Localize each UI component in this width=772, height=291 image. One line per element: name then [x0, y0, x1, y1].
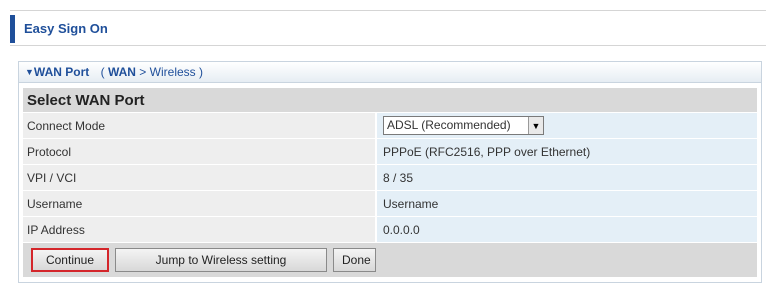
continue-button[interactable]: Continue [31, 248, 109, 272]
connect-mode-select[interactable]: ADSL (Recommended) ▼ [383, 116, 544, 135]
breadcrumb-open-paren: ( [100, 65, 105, 79]
username-value: Username [377, 191, 757, 216]
vpi-vci-label: VPI / VCI [23, 165, 377, 190]
panel-title: WAN Port [33, 65, 90, 79]
ip-address-label: IP Address [23, 217, 377, 242]
section-title: Select WAN Port [23, 88, 757, 113]
breadcrumb-next: Wireless [149, 65, 196, 79]
page-header: Easy Sign On [10, 10, 766, 46]
collapse-triangle-icon[interactable]: ▼ [25, 62, 34, 83]
connect-mode-label: Connect Mode [23, 113, 377, 138]
breadcrumb-separator: > [139, 65, 147, 79]
row-username: Username Username [23, 191, 757, 217]
page-title: Easy Sign On [24, 21, 108, 36]
breadcrumb-close-paren: ) [199, 65, 204, 79]
row-vpi-vci: VPI / VCI 8 / 35 [23, 165, 757, 191]
wan-port-panel: ▼WAN Port ( WAN > Wireless ) Select WAN … [18, 61, 762, 283]
row-connect-mode: Connect Mode ADSL (Recommended) ▼ [23, 113, 757, 139]
row-protocol: Protocol PPPoE (RFC2516, PPP over Ethern… [23, 139, 757, 165]
done-button[interactable]: Done [333, 248, 376, 272]
username-label: Username [23, 191, 377, 216]
jump-to-wireless-button[interactable]: Jump to Wireless setting [115, 248, 327, 272]
protocol-value: PPPoE (RFC2516, PPP over Ethernet) [377, 139, 757, 164]
form-area: Select WAN Port Connect Mode ADSL (Recom… [23, 88, 757, 277]
button-bar: Continue Jump to Wireless setting Done [23, 243, 757, 277]
header-accent-bar [10, 15, 15, 43]
connect-mode-selected-value: ADSL (Recommended) [387, 118, 511, 132]
breadcrumb: ( WAN > Wireless ) [101, 65, 203, 79]
connect-mode-cell: ADSL (Recommended) ▼ [377, 113, 757, 138]
vpi-vci-value: 8 / 35 [377, 165, 757, 190]
dropdown-arrow-icon[interactable]: ▼ [528, 117, 543, 134]
protocol-label: Protocol [23, 139, 377, 164]
row-ip-address: IP Address 0.0.0.0 [23, 217, 757, 243]
panel-header: ▼WAN Port ( WAN > Wireless ) [19, 62, 761, 83]
ip-address-value: 0.0.0.0 [377, 217, 757, 242]
breadcrumb-current: WAN [107, 65, 136, 79]
